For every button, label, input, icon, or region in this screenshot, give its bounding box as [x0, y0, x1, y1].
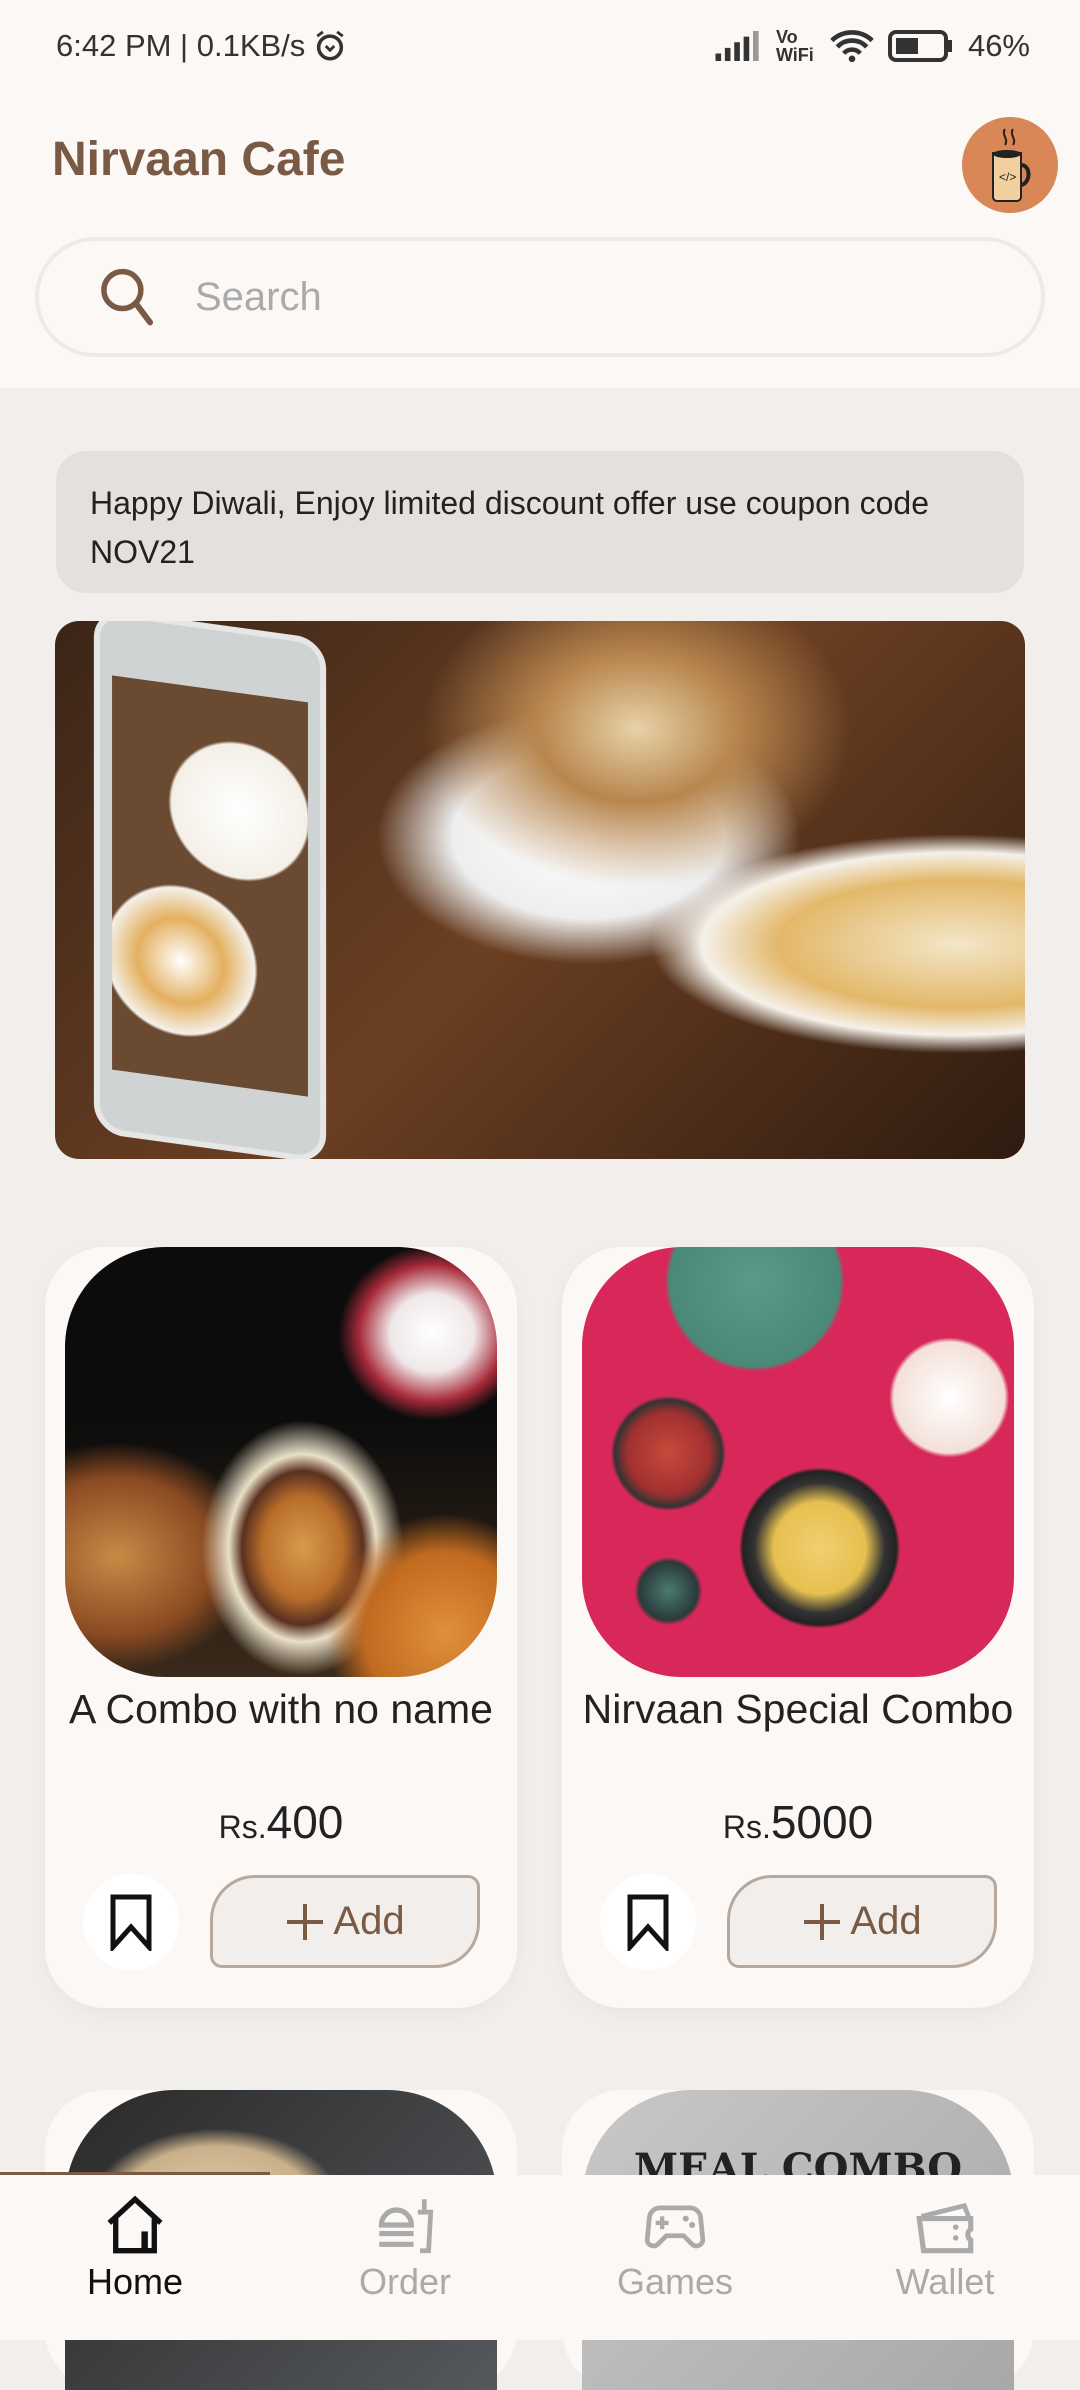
price-value: 400 [266, 1796, 344, 1848]
vowifi-label: Vo WiFi [775, 27, 814, 65]
plus-icon [804, 1903, 841, 1940]
avatar[interactable]: </> [962, 117, 1058, 213]
battery-icon [887, 30, 952, 62]
product-price: Rs.5000 [562, 1795, 1034, 1849]
app-header: 6:42 PM | 0.1KB/s Vo WiFi 46% Nirvaan Ca… [0, 0, 1080, 388]
tab-label: Home [86, 2261, 184, 2302]
tab-label: Games [616, 2261, 734, 2302]
search-placeholder: Search [195, 274, 322, 319]
home-icon [107, 2195, 163, 2254]
add-label: Add [333, 1899, 405, 1943]
product-image [65, 1247, 497, 1677]
tab-order[interactable]: Order [270, 2175, 540, 2340]
wifi-icon [830, 30, 874, 63]
order-icon [378, 2199, 434, 2254]
page-title: Nirvaan Cafe [52, 133, 346, 186]
product-card[interactable]: A Combo with no name Rs.400 Add [45, 1247, 517, 2008]
tab-games[interactable]: Games [540, 2175, 810, 2340]
coffee-cup-icon: </> [992, 128, 1031, 202]
search-input[interactable]: Search [35, 237, 1045, 357]
product-image [582, 1247, 1014, 1677]
currency: Rs. [218, 1809, 267, 1845]
bookmark-button[interactable] [600, 1874, 696, 1970]
status-time: 6:42 PM | 0.1KB/s [56, 28, 306, 63]
tab-home[interactable]: Home [0, 2175, 270, 2340]
bottom-nav: Home Order Games Wallet [0, 2175, 1080, 2340]
tab-label: Order [358, 2261, 452, 2302]
status-left: 6:42 PM | 0.1KB/s [56, 28, 347, 64]
product-name: Nirvaan Special Combo [582, 1686, 1014, 1732]
alarm-icon [316, 30, 344, 61]
product-price: Rs.400 [45, 1795, 517, 1849]
bookmark-icon [110, 1894, 152, 1951]
add-button[interactable]: Add [210, 1875, 480, 1968]
product-card[interactable]: Nirvaan Special Combo Rs.5000 Add [562, 1247, 1034, 2008]
battery-level: 46% [967, 28, 1030, 63]
add-button[interactable]: Add [727, 1875, 997, 1968]
promo-banner: Happy Diwali, Enjoy limited discount off… [56, 451, 1024, 593]
tab-wallet[interactable]: Wallet [810, 2175, 1080, 2340]
product-name: A Combo with no name [69, 1686, 493, 1732]
bookmark-button[interactable] [83, 1874, 179, 1970]
phone-image [93, 621, 327, 1159]
bookmark-icon [627, 1894, 669, 1951]
currency: Rs. [722, 1809, 771, 1845]
search-icon [101, 268, 154, 326]
price-value: 5000 [770, 1796, 874, 1848]
add-label: Add [850, 1899, 922, 1943]
status-right: Vo WiFi 46% [714, 28, 1030, 64]
tab-label: Wallet [895, 2261, 995, 2302]
wallet-icon [916, 2202, 974, 2254]
gamepad-icon [644, 2205, 706, 2249]
signal-icon [715, 31, 759, 61]
hero-banner-image[interactable] [55, 621, 1025, 1159]
svg-text:</>: </> [999, 170, 1016, 184]
plus-icon [287, 1903, 324, 1940]
